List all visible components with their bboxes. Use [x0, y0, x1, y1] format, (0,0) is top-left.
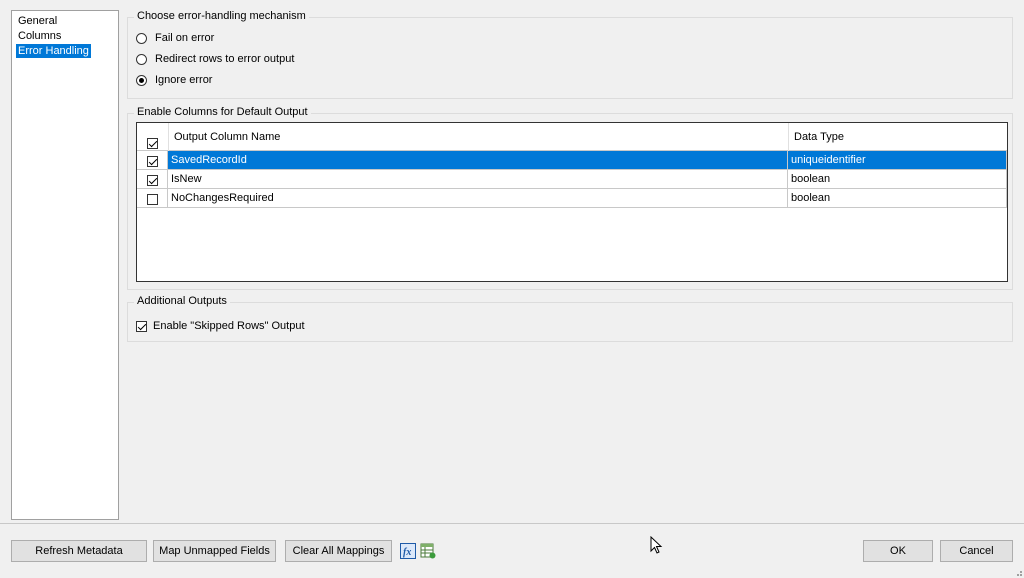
row-checkbox-cell [137, 151, 168, 170]
svg-text:fx: fx [403, 547, 411, 558]
row-checkbox[interactable] [147, 174, 158, 188]
radio-ignore-error-label: Ignore error [155, 74, 213, 86]
checkbox-box[interactable] [147, 194, 158, 205]
fx-icon[interactable]: fx [400, 543, 416, 559]
checkbox-box[interactable] [147, 175, 158, 186]
clear-all-mappings-button[interactable]: Clear All Mappings [285, 540, 392, 562]
checkbox-box[interactable] [147, 138, 158, 149]
grid-mapping-icon-glyph [420, 543, 436, 559]
header-output-column-name[interactable]: Output Column Name [174, 123, 280, 151]
radio-redirect-rows-circle[interactable] [136, 53, 147, 65]
radio-ignore-error-circle[interactable] [136, 74, 147, 86]
header-data-type[interactable]: Data Type [794, 123, 844, 151]
default-output-title: Enable Columns for Default Output [134, 106, 311, 118]
grid-header: Output Column Name Data Type [137, 123, 1007, 151]
header-divider [168, 123, 169, 151]
data-type-cell[interactable]: boolean [788, 170, 1007, 189]
skipped-rows-label: Enable "Skipped Rows" Output [153, 320, 305, 332]
data-type-cell[interactable]: uniqueidentifier [788, 151, 1007, 170]
refresh-metadata-button[interactable]: Refresh Metadata [11, 540, 147, 562]
footer-separator [0, 523, 1024, 524]
radio-fail-on-error-circle[interactable] [136, 32, 147, 44]
mouse-cursor-icon [650, 536, 663, 554]
radio-redirect-rows[interactable]: Redirect rows to error output [136, 51, 294, 67]
nav-item-error-handling[interactable]: Error Handling [16, 44, 91, 58]
data-type-cell[interactable]: boolean [788, 189, 1007, 208]
table-row[interactable]: NoChangesRequired boolean [137, 189, 1007, 208]
row-checkbox[interactable] [147, 155, 158, 169]
radio-fail-on-error-label: Fail on error [155, 32, 215, 44]
checkbox-box[interactable] [147, 156, 158, 167]
radio-fail-on-error[interactable]: Fail on error [136, 30, 214, 46]
column-name-cell[interactable]: IsNew [168, 170, 788, 189]
skipped-rows-checkbox[interactable] [136, 320, 147, 332]
skipped-rows-checkbox-row[interactable]: Enable "Skipped Rows" Output [136, 318, 305, 334]
output-columns-grid: Output Column Name Data Type SavedRecord… [136, 122, 1008, 282]
table-row[interactable]: SavedRecordId uniqueidentifier [137, 151, 1007, 170]
column-name-cell[interactable]: SavedRecordId [168, 151, 788, 170]
cancel-button[interactable]: Cancel [940, 540, 1013, 562]
row-checkbox-cell [137, 189, 168, 208]
resize-grip-icon[interactable] [1011, 565, 1023, 577]
fx-icon-glyph: fx [403, 547, 411, 558]
additional-outputs-title: Additional Outputs [134, 295, 230, 307]
error-mechanism-title: Choose error-handling mechanism [134, 10, 309, 22]
row-checkbox-cell [137, 170, 168, 189]
row-checkbox[interactable] [147, 193, 158, 207]
map-unmapped-fields-button[interactable]: Map Unmapped Fields [153, 540, 276, 562]
header-divider [788, 123, 789, 151]
radio-ignore-error[interactable]: Ignore error [136, 72, 212, 88]
nav-list: General Columns Error Handling [11, 10, 119, 520]
table-row[interactable]: IsNew boolean [137, 170, 1007, 189]
grid-mapping-icon[interactable] [420, 543, 436, 559]
radio-redirect-rows-label: Redirect rows to error output [155, 53, 295, 65]
column-name-cell[interactable]: NoChangesRequired [168, 189, 788, 208]
nav-item-columns[interactable]: Columns [16, 29, 63, 43]
ok-button[interactable]: OK [863, 540, 933, 562]
nav-item-general[interactable]: General [16, 14, 59, 28]
